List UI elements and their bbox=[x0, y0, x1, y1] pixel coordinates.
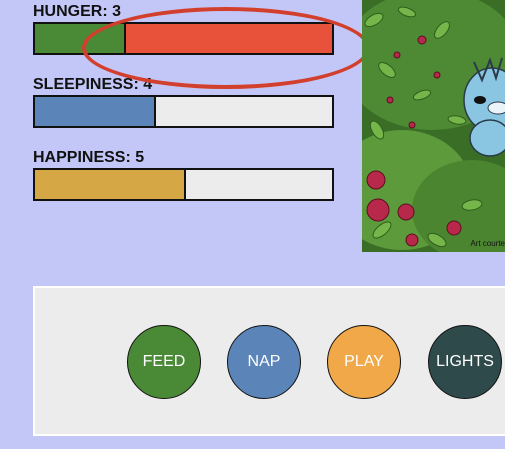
happiness-bar-fill bbox=[35, 170, 186, 199]
sleepiness-bar-fill bbox=[35, 97, 156, 126]
forest-scene bbox=[362, 0, 505, 252]
highlight-oval bbox=[82, 7, 370, 89]
happiness-bar bbox=[33, 168, 334, 201]
feed-button[interactable]: FEED bbox=[127, 325, 201, 399]
nap-button[interactable]: NAP bbox=[227, 325, 301, 399]
lights-button[interactable]: LIGHTS bbox=[428, 325, 502, 399]
art-credit: Art courte bbox=[470, 239, 505, 248]
sleepiness-bar bbox=[33, 95, 334, 128]
actions-panel: FEED NAP PLAY LIGHTS bbox=[33, 286, 505, 436]
play-button[interactable]: PLAY bbox=[327, 325, 401, 399]
hunger-label: HUNGER: 3 bbox=[33, 3, 122, 20]
pet-artwork: Art courte bbox=[362, 0, 505, 252]
happiness-label: HAPPINESS: 5 bbox=[33, 149, 145, 166]
